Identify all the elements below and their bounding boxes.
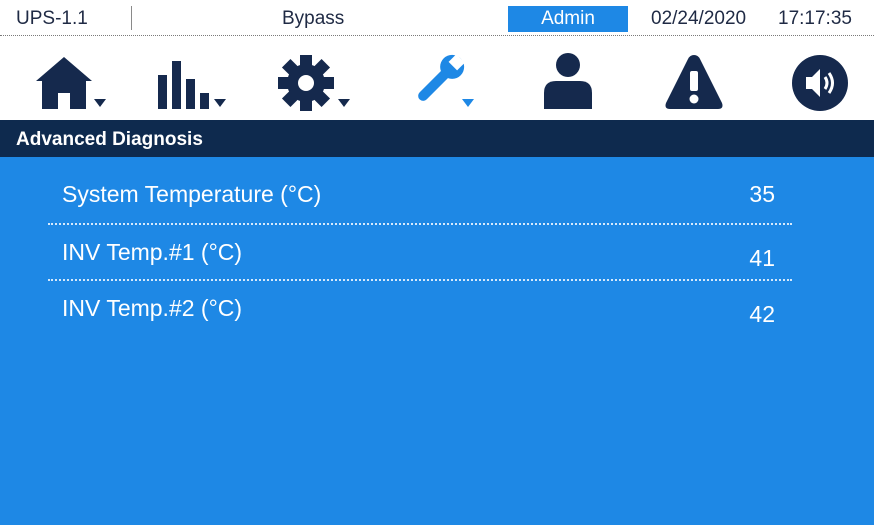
main-toolbar <box>0 37 874 120</box>
gear-icon <box>278 55 350 111</box>
user-icon <box>544 53 592 109</box>
status-time: 17:17:35 <box>778 8 852 29</box>
diagnosis-row-inv-temp-2: INV Temp.#2 (°C) 42 <box>48 281 792 337</box>
device-name: UPS-1.1 <box>16 8 88 29</box>
wrench-icon <box>418 54 474 107</box>
row-label: INV Temp.#1 (°C) <box>62 239 243 265</box>
status-divider <box>131 6 132 30</box>
warning-icon <box>665 55 723 109</box>
home-button[interactable] <box>30 49 110 111</box>
measurement-button[interactable] <box>150 49 230 111</box>
home-icon <box>36 57 106 109</box>
maintenance-button[interactable] <box>406 49 486 111</box>
speaker-icon <box>792 55 848 111</box>
status-date: 02/24/2020 <box>651 8 747 29</box>
diagnosis-row-system-temperature: System Temperature (°C) 35 <box>48 169 792 225</box>
diagnosis-panel: System Temperature (°C) 35 INV Temp.#1 (… <box>0 157 874 525</box>
diagnosis-row-inv-temp-1: INV Temp.#1 (°C) 41 <box>48 225 792 281</box>
user-button[interactable] <box>534 49 614 111</box>
section-title: Advanced Diagnosis <box>16 129 203 150</box>
ups-screen: UPS-1.1 Bypass Admin 02/24/2020 17:17:35 <box>0 0 874 525</box>
row-value: 35 <box>749 181 775 207</box>
operating-mode: Bypass <box>282 8 345 29</box>
row-label: INV Temp.#2 (°C) <box>62 295 243 321</box>
status-bar: UPS-1.1 Bypass Admin 02/24/2020 17:17:35 <box>0 0 874 36</box>
section-header: Advanced Diagnosis <box>0 120 874 157</box>
row-value: 41 <box>749 245 775 271</box>
sound-button[interactable] <box>786 49 866 111</box>
settings-button[interactable] <box>274 49 354 111</box>
row-label: System Temperature (°C) <box>62 181 322 207</box>
user-badge[interactable]: Admin <box>508 6 628 32</box>
row-value: 42 <box>749 301 775 327</box>
bar-chart-icon <box>158 61 226 109</box>
alarm-button[interactable] <box>660 49 740 111</box>
